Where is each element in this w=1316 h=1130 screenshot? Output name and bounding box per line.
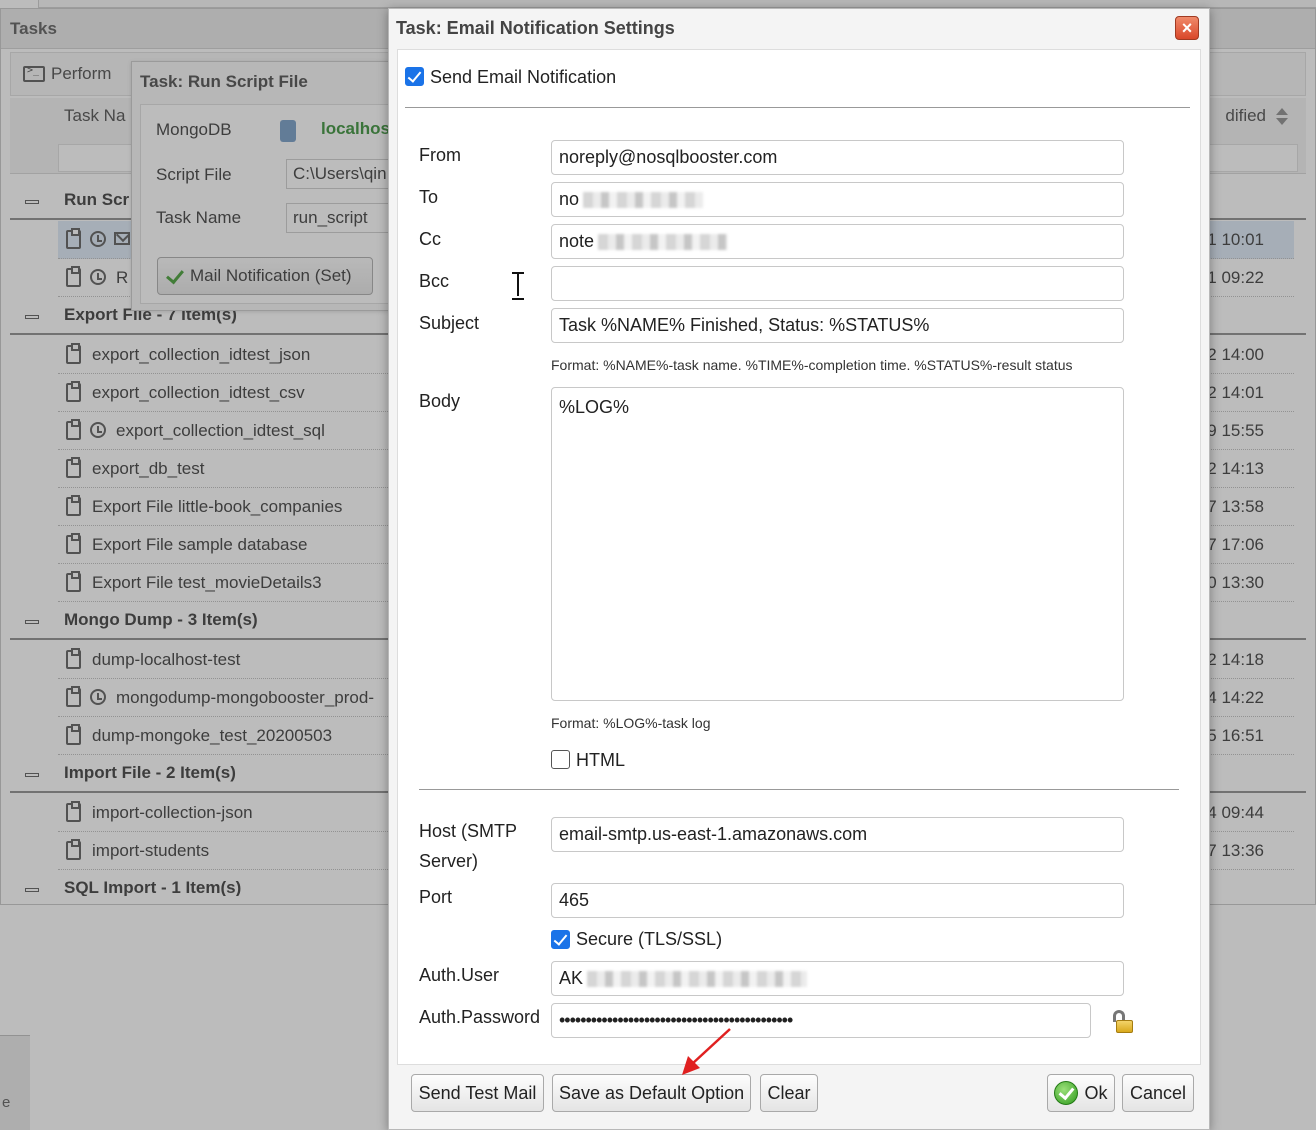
dialog-title: Task: Email Notification Settings bbox=[396, 18, 675, 38]
divider bbox=[405, 107, 1190, 108]
from-label: From bbox=[419, 145, 461, 165]
subject-field[interactable]: Task %NAME% Finished, Status: %STATUS% bbox=[551, 308, 1124, 343]
close-button[interactable]: × bbox=[1175, 16, 1199, 40]
secure-checkbox[interactable] bbox=[551, 930, 570, 949]
cc-value: note bbox=[559, 231, 595, 251]
save-default-button[interactable]: Save as Default Option bbox=[552, 1074, 751, 1112]
body-textarea[interactable]: %LOG% bbox=[551, 387, 1124, 701]
send-email-checkbox[interactable] bbox=[405, 67, 424, 86]
port-field[interactable]: 465 bbox=[551, 883, 1124, 918]
host-label-line1: Host (SMTP bbox=[419, 821, 518, 841]
auth-password-field[interactable]: ••••••••••••••••••••••••••••••••••••••••… bbox=[551, 1003, 1091, 1038]
cc-label: Cc bbox=[419, 229, 441, 249]
html-checkbox[interactable] bbox=[551, 750, 570, 769]
send-email-label: Send Email Notification bbox=[430, 67, 617, 87]
subject-format-hint: Format: %NAME%-task name. %TIME%-complet… bbox=[551, 357, 1073, 373]
ok-label: Ok bbox=[1084, 1083, 1108, 1103]
ok-button[interactable]: Ok bbox=[1047, 1074, 1115, 1112]
auth-user-field[interactable]: AK bbox=[551, 961, 1124, 996]
unlock-icon[interactable] bbox=[1112, 1010, 1134, 1034]
redacted-text bbox=[587, 971, 808, 988]
redacted-text bbox=[598, 234, 729, 251]
email-notification-dialog: Task: Email Notification Settings × Send… bbox=[388, 8, 1210, 1130]
close-icon: × bbox=[1181, 18, 1193, 38]
text-cursor-icon bbox=[512, 272, 524, 300]
from-field[interactable]: noreply@nosqlbooster.com bbox=[551, 140, 1124, 175]
auth-user-label: Auth.User bbox=[419, 965, 500, 985]
cancel-button[interactable]: Cancel bbox=[1122, 1074, 1194, 1112]
body-format-hint: Format: %LOG%-task log bbox=[551, 715, 711, 731]
clear-button[interactable]: Clear bbox=[760, 1074, 818, 1112]
subject-label: Subject bbox=[419, 313, 480, 333]
bcc-label: Bcc bbox=[419, 271, 450, 291]
to-field[interactable]: no bbox=[551, 182, 1124, 217]
dialog-footer: Send Test Mail Save as Default Option Cl… bbox=[397, 1065, 1201, 1123]
body-value: %LOG% bbox=[559, 397, 630, 417]
dialog-body: Send Email Notification From noreply@nos… bbox=[397, 49, 1201, 1065]
cc-field[interactable]: note bbox=[551, 224, 1124, 259]
secure-label: Secure (TLS/SSL) bbox=[576, 929, 723, 949]
lock-body bbox=[1116, 1020, 1133, 1033]
html-label: HTML bbox=[576, 750, 625, 770]
redacted-text bbox=[583, 192, 704, 209]
body-label: Body bbox=[419, 391, 461, 411]
to-value: no bbox=[559, 189, 580, 209]
bcc-field[interactable] bbox=[551, 266, 1124, 301]
auth-password-label: Auth.Password bbox=[419, 1007, 541, 1027]
divider bbox=[419, 789, 1179, 790]
send-test-mail-button[interactable]: Send Test Mail bbox=[411, 1074, 544, 1112]
host-label: Host (SMTP Server) bbox=[419, 816, 517, 876]
host-label-line2: Server) bbox=[419, 851, 479, 871]
auth-password-value: ••••••••••••••••••••••••••••••••••••••••… bbox=[559, 1010, 793, 1030]
auth-user-value: AK bbox=[559, 968, 584, 988]
from-value: noreply@nosqlbooster.com bbox=[559, 147, 778, 167]
port-value: 465 bbox=[559, 890, 590, 910]
port-label: Port bbox=[419, 887, 453, 907]
host-field[interactable]: email-smtp.us-east-1.amazonaws.com bbox=[551, 817, 1124, 852]
to-label: To bbox=[419, 187, 439, 207]
host-value: email-smtp.us-east-1.amazonaws.com bbox=[559, 824, 868, 844]
ok-check-icon bbox=[1054, 1081, 1079, 1105]
subject-value: Task %NAME% Finished, Status: %STATUS% bbox=[559, 315, 930, 335]
